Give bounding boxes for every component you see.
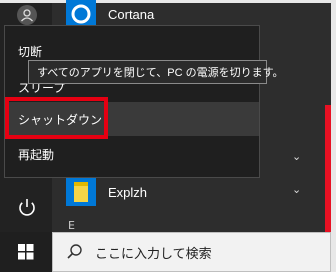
power-menu-label: 再起動 <box>18 147 55 162</box>
search-icon <box>67 244 82 259</box>
taskbar-search-box[interactable]: ここに入力して検索 <box>52 232 331 272</box>
power-icon[interactable] <box>14 194 40 220</box>
cortana-icon <box>66 0 96 28</box>
app-label-explzh: Explzh <box>108 184 148 200</box>
chevron-down-icon[interactable]: ⌄ <box>292 183 301 196</box>
start-button[interactable] <box>0 232 52 272</box>
user-avatar-icon[interactable] <box>17 5 37 25</box>
tooltip-text: すべてのアプリを閉じて、PC の電源を切ります。 <box>37 67 284 79</box>
chevron-down-icon[interactable]: ⌄ <box>292 150 301 163</box>
app-group-header: E <box>68 219 75 232</box>
windows-logo-icon <box>18 244 34 260</box>
search-placeholder: ここに入力して検索 <box>95 245 212 261</box>
app-label-cortana: Cortana <box>108 6 155 22</box>
app-item-cortana[interactable]: Cortana <box>52 0 325 28</box>
folder-icon <box>66 178 96 206</box>
app-item-explzh[interactable]: Explzh <box>52 178 325 206</box>
annotation-highlight-box <box>5 97 108 139</box>
window-frame-right <box>331 0 336 272</box>
tooltip: すべてのアプリを閉じて、PC の電源を切ります。 <box>28 60 283 84</box>
power-menu-item-restart[interactable]: 再起動 <box>5 137 259 171</box>
taskbar: ここに入力して検索 <box>0 232 331 272</box>
power-menu-label: 切断 <box>18 44 43 59</box>
